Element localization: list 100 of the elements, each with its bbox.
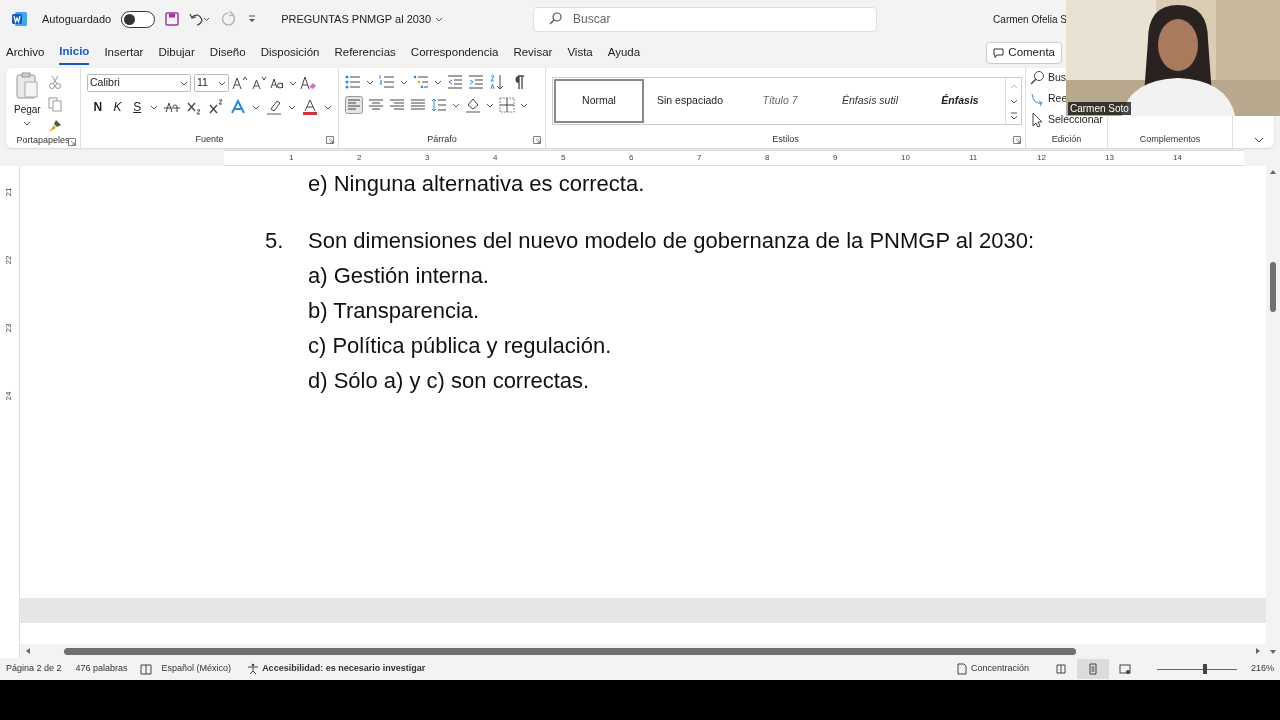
font-color-icon[interactable]: [302, 99, 318, 115]
brush-icon[interactable]: [46, 118, 63, 134]
line-spacing-icon[interactable]: [431, 97, 447, 113]
slider-thumb[interactable]: [1202, 664, 1207, 674]
style-item[interactable]: Normal: [554, 79, 644, 123]
menu-tab[interactable]: Inicio: [59, 41, 90, 65]
shading-icon[interactable]: [465, 97, 481, 113]
save-icon[interactable]: [165, 12, 180, 26]
bullet-list-icon[interactable]: [345, 74, 361, 90]
dialog-launcher-icon[interactable]: [533, 136, 541, 144]
ruler-number: 4: [493, 152, 498, 164]
accessibility-button[interactable]: Accesibilidad: es necesario investigar: [247, 662, 426, 676]
menu-tab[interactable]: Revisar: [513, 41, 553, 65]
editing-item[interactable]: Seleccionar: [1030, 112, 1103, 128]
menu-tab[interactable]: Dibujar: [158, 41, 195, 65]
editing-item[interactable]: Ree: [1030, 91, 1068, 107]
ruler-number: 12: [1037, 152, 1046, 164]
grow-font-icon[interactable]: [232, 75, 248, 91]
paste-button[interactable]: Pegar: [14, 72, 41, 127]
style-item[interactable]: Sin espaciado: [645, 78, 735, 124]
chevron-down-icon: [366, 78, 374, 86]
menu-tab[interactable]: Vista: [567, 41, 593, 65]
font-name-field[interactable]: Calibri: [87, 74, 191, 92]
scroll-right-icon: [1254, 647, 1262, 655]
chevron-down-icon: [23, 119, 32, 127]
question-text: Son dimensiones del nuevo modelo de gobernanza de la PNMGP al 2030:: [308, 227, 1035, 255]
sort-icon[interactable]: [489, 74, 505, 90]
chevron-down-icon: [434, 78, 442, 86]
scrollbar-thumb[interactable]: [1270, 262, 1276, 312]
ruler-number: 3: [425, 152, 430, 164]
dialog-launcher-icon[interactable]: [1013, 136, 1021, 144]
bold-button[interactable]: N: [91, 98, 105, 116]
ruler-number: 14: [1173, 152, 1182, 164]
menu-tab[interactable]: Insertar: [104, 41, 144, 65]
chevron-down-icon: [252, 103, 260, 111]
editing-item[interactable]: Bus: [1030, 70, 1067, 86]
word-count[interactable]: 476 palabras: [75, 662, 128, 676]
chevron-down-icon: [150, 103, 158, 111]
align-center-icon[interactable]: [368, 97, 384, 113]
collapse-ribbon-icon[interactable]: [1254, 136, 1264, 144]
menu-tab[interactable]: Diseño: [209, 41, 246, 65]
ruler-number: 7: [697, 152, 702, 164]
chevron-down-icon: [400, 78, 408, 86]
menu-tab[interactable]: Ayuda: [607, 41, 641, 65]
menu-tab[interactable]: Disposición: [260, 41, 320, 65]
zoom-slider[interactable]: [1156, 663, 1237, 675]
underline-button[interactable]: S: [130, 98, 144, 116]
align-left-icon[interactable]: [345, 96, 363, 114]
zoom-level[interactable]: 216%: [1250, 662, 1274, 676]
multilevel-list-icon[interactable]: [413, 74, 429, 90]
chevron-down-icon: [452, 101, 460, 109]
scissors-icon[interactable]: [46, 74, 63, 90]
option-text: a) Gestión interna.: [307, 262, 490, 290]
numbered-list-icon[interactable]: [379, 74, 395, 90]
decrease-indent-icon[interactable]: [447, 74, 463, 90]
language-label[interactable]: Español (México): [161, 662, 232, 676]
style-item[interactable]: Título 7: [735, 78, 825, 124]
read-mode-icon: [1054, 663, 1067, 675]
search-icon: [1030, 70, 1046, 86]
autosave-toggle[interactable]: [121, 10, 156, 28]
justify-icon[interactable]: [410, 97, 426, 113]
horizontal-scrollbar[interactable]: [20, 644, 1266, 658]
font-size-field[interactable]: 11: [194, 74, 229, 92]
document-title[interactable]: PREGUNTAS PNMGP al 2030: [281, 10, 444, 28]
italic-button[interactable]: K: [110, 98, 125, 116]
customize-icon[interactable]: [247, 14, 258, 24]
option-text: c) Política pública y regulación.: [307, 332, 613, 360]
chevron-down-icon: [486, 101, 494, 109]
style-item[interactable]: Énfasis: [915, 78, 1005, 124]
text-effects-icon[interactable]: [230, 99, 246, 115]
option-text: d) Sólo a) y c) son correctas.: [307, 367, 591, 395]
menu-tab[interactable]: Referencias: [334, 41, 396, 65]
undo-icon[interactable]: [189, 12, 212, 26]
shrink-font-icon[interactable]: [251, 75, 267, 91]
dialog-launcher-icon[interactable]: [68, 138, 76, 146]
more-styles-icon[interactable]: [1009, 112, 1018, 121]
style-item[interactable]: Énfasis sutil: [825, 78, 915, 124]
highlighter-icon[interactable]: [266, 99, 282, 115]
focus-button[interactable]: Concentración: [955, 662, 1029, 676]
borders-icon[interactable]: [499, 97, 515, 113]
scrollbar-thumb[interactable]: [64, 647, 1076, 655]
ruler-number: 10: [901, 152, 910, 164]
clear-format-icon[interactable]: [300, 75, 317, 91]
view-button[interactable]: [1076, 659, 1109, 679]
book-check-icon[interactable]: [139, 663, 152, 675]
chevron-down-icon: [435, 15, 444, 23]
clipboard-icon: [15, 72, 40, 100]
dialog-launcher-icon[interactable]: [326, 136, 334, 144]
superscript-icon[interactable]: [208, 99, 224, 115]
align-right-icon[interactable]: [389, 97, 405, 113]
word-logo-icon: [12, 11, 28, 27]
menu-tab[interactable]: Archivo: [6, 41, 45, 65]
search-field[interactable]: Buscar: [533, 6, 878, 32]
group-label: Párrafo: [427, 133, 457, 147]
menu-tab[interactable]: Correspondencia: [410, 41, 499, 65]
scroll-down-icon[interactable]: [1009, 97, 1018, 105]
scroll-up-icon: [1269, 168, 1277, 176]
comment-button[interactable]: Comenta: [986, 42, 1062, 64]
increase-indent-icon[interactable]: [468, 74, 484, 90]
ruler-number: 23: [3, 323, 15, 333]
